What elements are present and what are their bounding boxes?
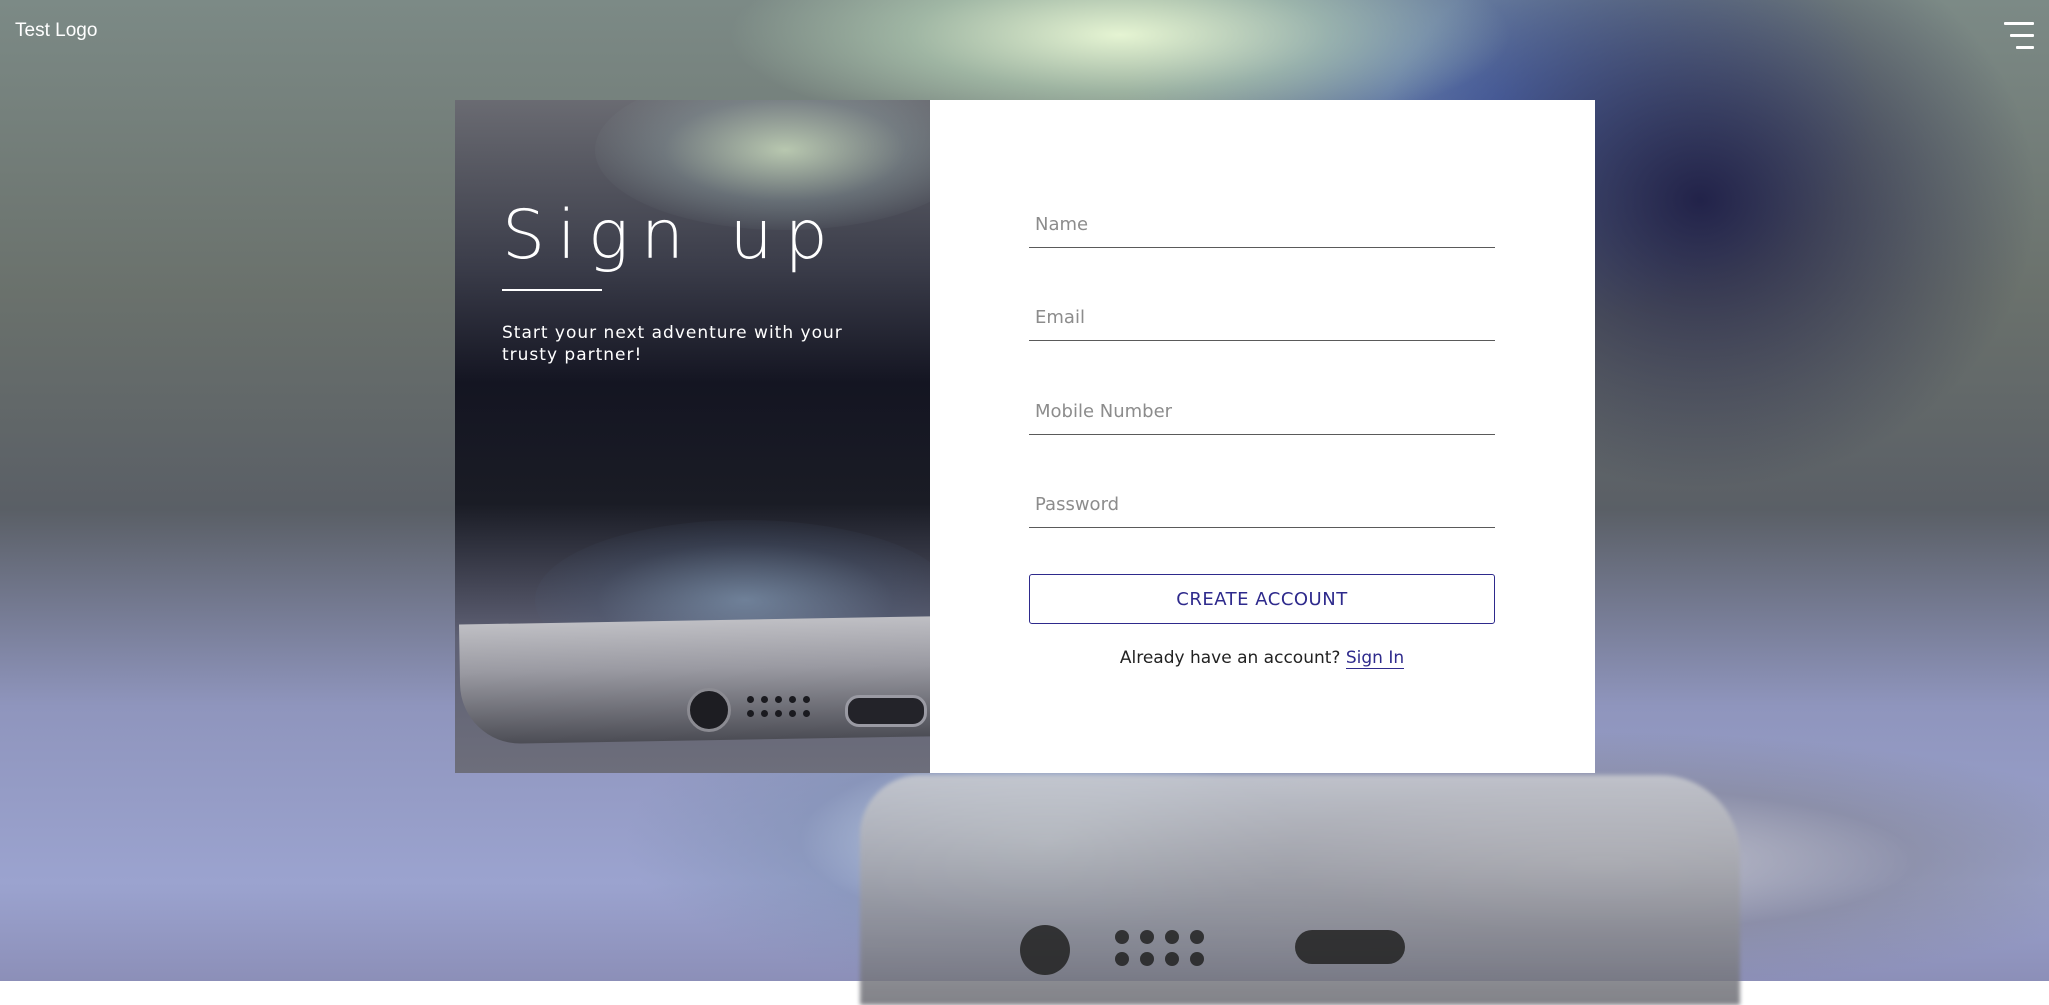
hero-phone-speaker-dot: [803, 710, 810, 717]
hero-phone-speaker-dot: [761, 696, 768, 703]
name-input[interactable]: [1029, 201, 1495, 247]
signup-hero-panel: Sign up Start your next adventure with y…: [455, 100, 930, 773]
mobile-field-wrapper: [1029, 386, 1495, 435]
signin-link[interactable]: Sign In: [1345, 648, 1405, 669]
menu-line-top: [2004, 22, 2034, 25]
hero-phone-jack: [687, 688, 731, 732]
hero-phone-lightning-port: [845, 695, 927, 727]
create-account-button[interactable]: CREATE ACCOUNT: [1029, 574, 1495, 624]
hero-phone-speaker-dot: [789, 710, 796, 717]
hero-phone-speaker-dot: [775, 696, 782, 703]
email-input[interactable]: [1029, 294, 1495, 340]
hero-phone-speaker-dot: [789, 696, 796, 703]
signin-prompt-line: Already have an account? Sign In: [1029, 648, 1495, 669]
site-logo[interactable]: Test Logo: [15, 20, 97, 42]
signup-card: Sign up Start your next adventure with y…: [455, 100, 1595, 773]
hero-phone-speaker-dot: [761, 710, 768, 717]
menu-line-middle: [2010, 34, 2034, 37]
page-title: Sign up: [502, 196, 840, 275]
name-field-wrapper: [1029, 199, 1495, 248]
email-field-wrapper: [1029, 292, 1495, 341]
hero-phone-speaker-dot: [775, 710, 782, 717]
signin-prompt-text: Already have an account?: [1119, 648, 1341, 668]
title-underline: [502, 289, 602, 291]
signup-form: CREATE ACCOUNT Already have an account? …: [930, 100, 1595, 773]
password-input[interactable]: [1029, 481, 1495, 527]
hero-phone-speaker-dot: [747, 710, 754, 717]
hero-phone-speaker-dot: [803, 696, 810, 703]
hamburger-menu-icon[interactable]: [2004, 22, 2034, 50]
menu-line-bottom: [2016, 46, 2034, 49]
mobile-number-input[interactable]: [1029, 388, 1495, 434]
page-subtitle: Start your next adventure with your trus…: [502, 323, 843, 365]
hero-phone-speaker-dot: [747, 696, 754, 703]
password-field-wrapper: [1029, 479, 1495, 528]
background-phone-ports: [1020, 920, 1660, 980]
